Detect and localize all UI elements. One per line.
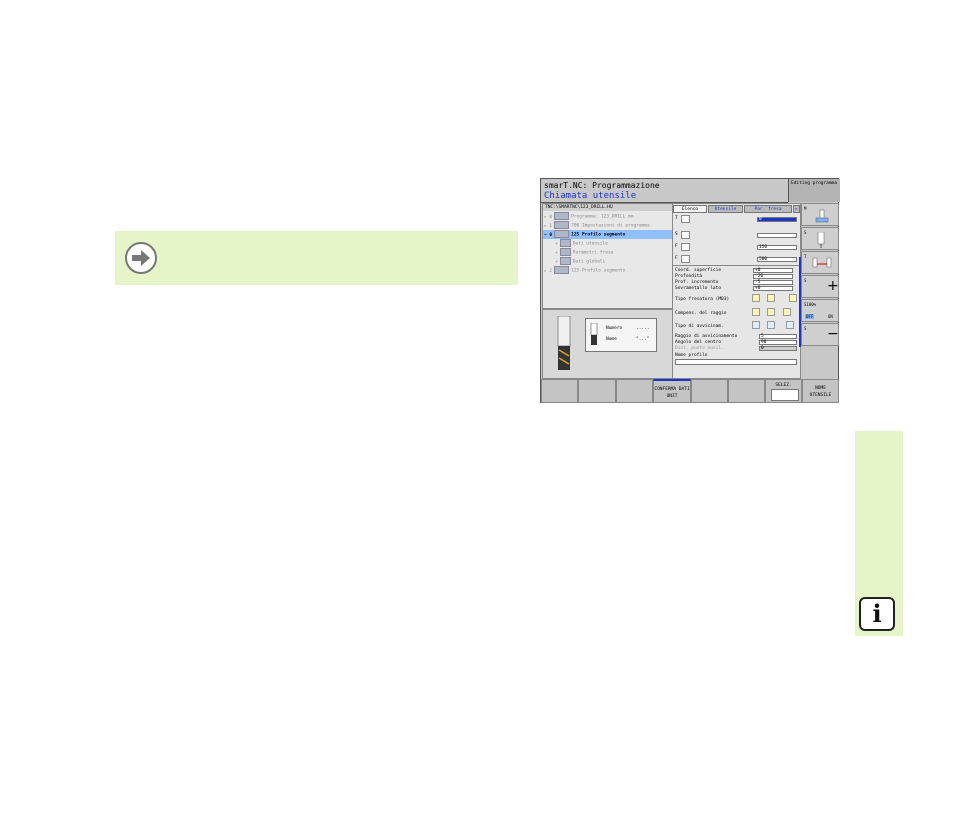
tab-more[interactable]: ▸ (793, 205, 800, 213)
param-label: Angolo del centro (675, 340, 722, 345)
tree-path: TNC:\SMARTNC\123_DRILL.HU (543, 204, 672, 211)
mill-params-icon (559, 248, 571, 256)
softkey-empty[interactable] (691, 379, 728, 403)
tree-item[interactable]: + Dati globali (555, 257, 684, 266)
tool-info-box: Numero ..... Nome "..." (585, 318, 657, 352)
spindle-speed-input[interactable] (757, 233, 797, 238)
softkey-empty[interactable] (578, 379, 616, 403)
field-icon-T: T (675, 216, 678, 221)
plus-icon: + (827, 278, 839, 294)
tree-item[interactable]: + Dati utensile (555, 239, 684, 248)
softkey-s[interactable]: S (801, 227, 839, 250)
profile-name-label: Nome profilo (675, 353, 708, 358)
param-label-disabled: Dist. punto ausil. (675, 346, 724, 351)
softkey-spindle-plus[interactable]: S + (801, 275, 839, 298)
arrow-right-circle-icon (125, 242, 157, 274)
radius-comp-icon[interactable] (752, 308, 760, 316)
program-tree: TNC:\SMARTNC\123_DRILL.HU ▸ 0 Programma: … (542, 203, 673, 309)
tool-preview: Numero ..... Nome "..." (542, 309, 673, 379)
approach-icon[interactable] (752, 321, 760, 329)
program-icon (554, 212, 570, 220)
tool-name-button[interactable]: NOME UTENSILE (802, 379, 839, 403)
param-label: Profondità (675, 274, 703, 279)
tab-elenco[interactable]: Elenco (673, 205, 707, 213)
feed-mill-input[interactable]: 500 (757, 257, 797, 262)
param-label: Coord. superficie (675, 268, 722, 273)
spindle-tool-icon (817, 232, 825, 248)
field-icon-S: S (675, 232, 678, 237)
param-label: Raggio di avvicinamento (675, 334, 738, 339)
softkey-m[interactable]: M (801, 203, 839, 226)
param-input[interactable]: +0 (753, 286, 793, 291)
softkey-t[interactable]: T (801, 251, 839, 274)
tool-field-icon (681, 215, 690, 223)
tree-item[interactable]: + Parametri fresa (555, 248, 684, 257)
tool-icon (559, 239, 571, 247)
milling-tool-icon (557, 316, 571, 370)
tool-small-icon (590, 323, 598, 345)
tool-change-icon (812, 257, 832, 268)
tool-table-icon (771, 389, 799, 401)
param-label: Sovrametallo lato (675, 286, 722, 291)
milling-option-icon[interactable] (789, 294, 797, 302)
info-margin-tab: i (855, 431, 903, 636)
radius-comp-icon[interactable] (783, 308, 791, 316)
tree-item[interactable]: ▸ 0 Programma: 123_DRILL mm (543, 212, 672, 221)
param-label: Prof. incremento (675, 280, 719, 285)
spindle-icon (681, 231, 690, 239)
tree-item[interactable]: ▸ 1 700 Impostazioni di programma (543, 221, 672, 230)
tab-par-fresa[interactable]: Par. fresa (744, 205, 792, 213)
tree-item[interactable]: ▸ 2 125 Profilo segmento (543, 266, 672, 275)
confirm-unit-data-button[interactable]: CONFERMA DATI UNIT (653, 379, 691, 403)
note-block (115, 231, 518, 285)
param-input[interactable]: -5 (753, 280, 793, 285)
screen-header: smarT.NC: Programmazione Chiamata utensi… (541, 179, 788, 203)
bottom-softkey-bar: CONFERMA DATI UNIT SELEZ. NOME UTENSILE (541, 379, 839, 403)
milling-option-icon[interactable] (752, 294, 760, 302)
tree-item-selected[interactable]: − 0 125 Profilo segmento (543, 230, 672, 239)
radius-comp-label: Compens. del raggio (675, 311, 727, 316)
app-title: smarT.NC: Programmazione (544, 181, 660, 190)
contour-icon (554, 230, 570, 238)
field-icon-F: F (675, 244, 678, 249)
divider (673, 265, 800, 266)
feed-plunge-input[interactable]: 150 (757, 245, 797, 250)
vertical-softkeys: M S T S + S100% OFF ON S − (801, 203, 839, 377)
select-tool-button[interactable]: SELEZ. (765, 379, 802, 403)
smartnc-screen: smarT.NC: Programmazione Chiamata utensi… (540, 178, 840, 403)
softkey-empty[interactable] (541, 379, 578, 403)
form-tabs: Elenco Utensile Par. fresa ▸ (673, 204, 800, 213)
softkey-spindle-minus[interactable]: S − (801, 323, 839, 346)
app-subtitle: Chiamata utensile (544, 191, 637, 201)
milling-type-label: Tipo fresatura (M03) (675, 297, 730, 302)
approach-icon[interactable] (786, 321, 794, 329)
approach-type-label: Tipo di avvicinam. (675, 324, 724, 329)
param-input-disabled: 0 (759, 346, 797, 351)
contour-icon (554, 266, 570, 274)
profile-name-input[interactable] (675, 359, 797, 365)
feed-plunge-icon (681, 243, 690, 251)
tool-number-input[interactable]: 0 (757, 217, 797, 222)
machine-icon (815, 209, 829, 223)
feed-mill-icon (681, 255, 690, 263)
softkey-empty[interactable] (728, 379, 765, 403)
softkey-empty[interactable] (616, 379, 653, 403)
approach-icon[interactable] (767, 321, 775, 329)
mode-indicator: Editing programma (788, 179, 840, 202)
softkey-override[interactable]: S100% OFF ON (801, 299, 839, 322)
field-icon-F2: F (675, 256, 678, 261)
milling-option-icon[interactable] (767, 294, 775, 302)
minus-icon: − (827, 326, 839, 342)
param-input[interactable]: 5 (759, 334, 797, 339)
param-input[interactable]: +0 (753, 268, 793, 273)
settings-icon (554, 221, 570, 229)
mode-label: Editing programma (791, 181, 838, 186)
global-icon (559, 257, 571, 265)
param-input[interactable]: 90 (759, 340, 797, 345)
info-icon: i (859, 597, 895, 631)
tab-utensile[interactable]: Utensile (708, 205, 743, 213)
param-input[interactable]: -20 (753, 274, 793, 279)
parameter-form: Elenco Utensile Par. fresa ▸ T 0 S F 150… (672, 203, 801, 379)
radius-comp-icon[interactable] (767, 308, 775, 316)
